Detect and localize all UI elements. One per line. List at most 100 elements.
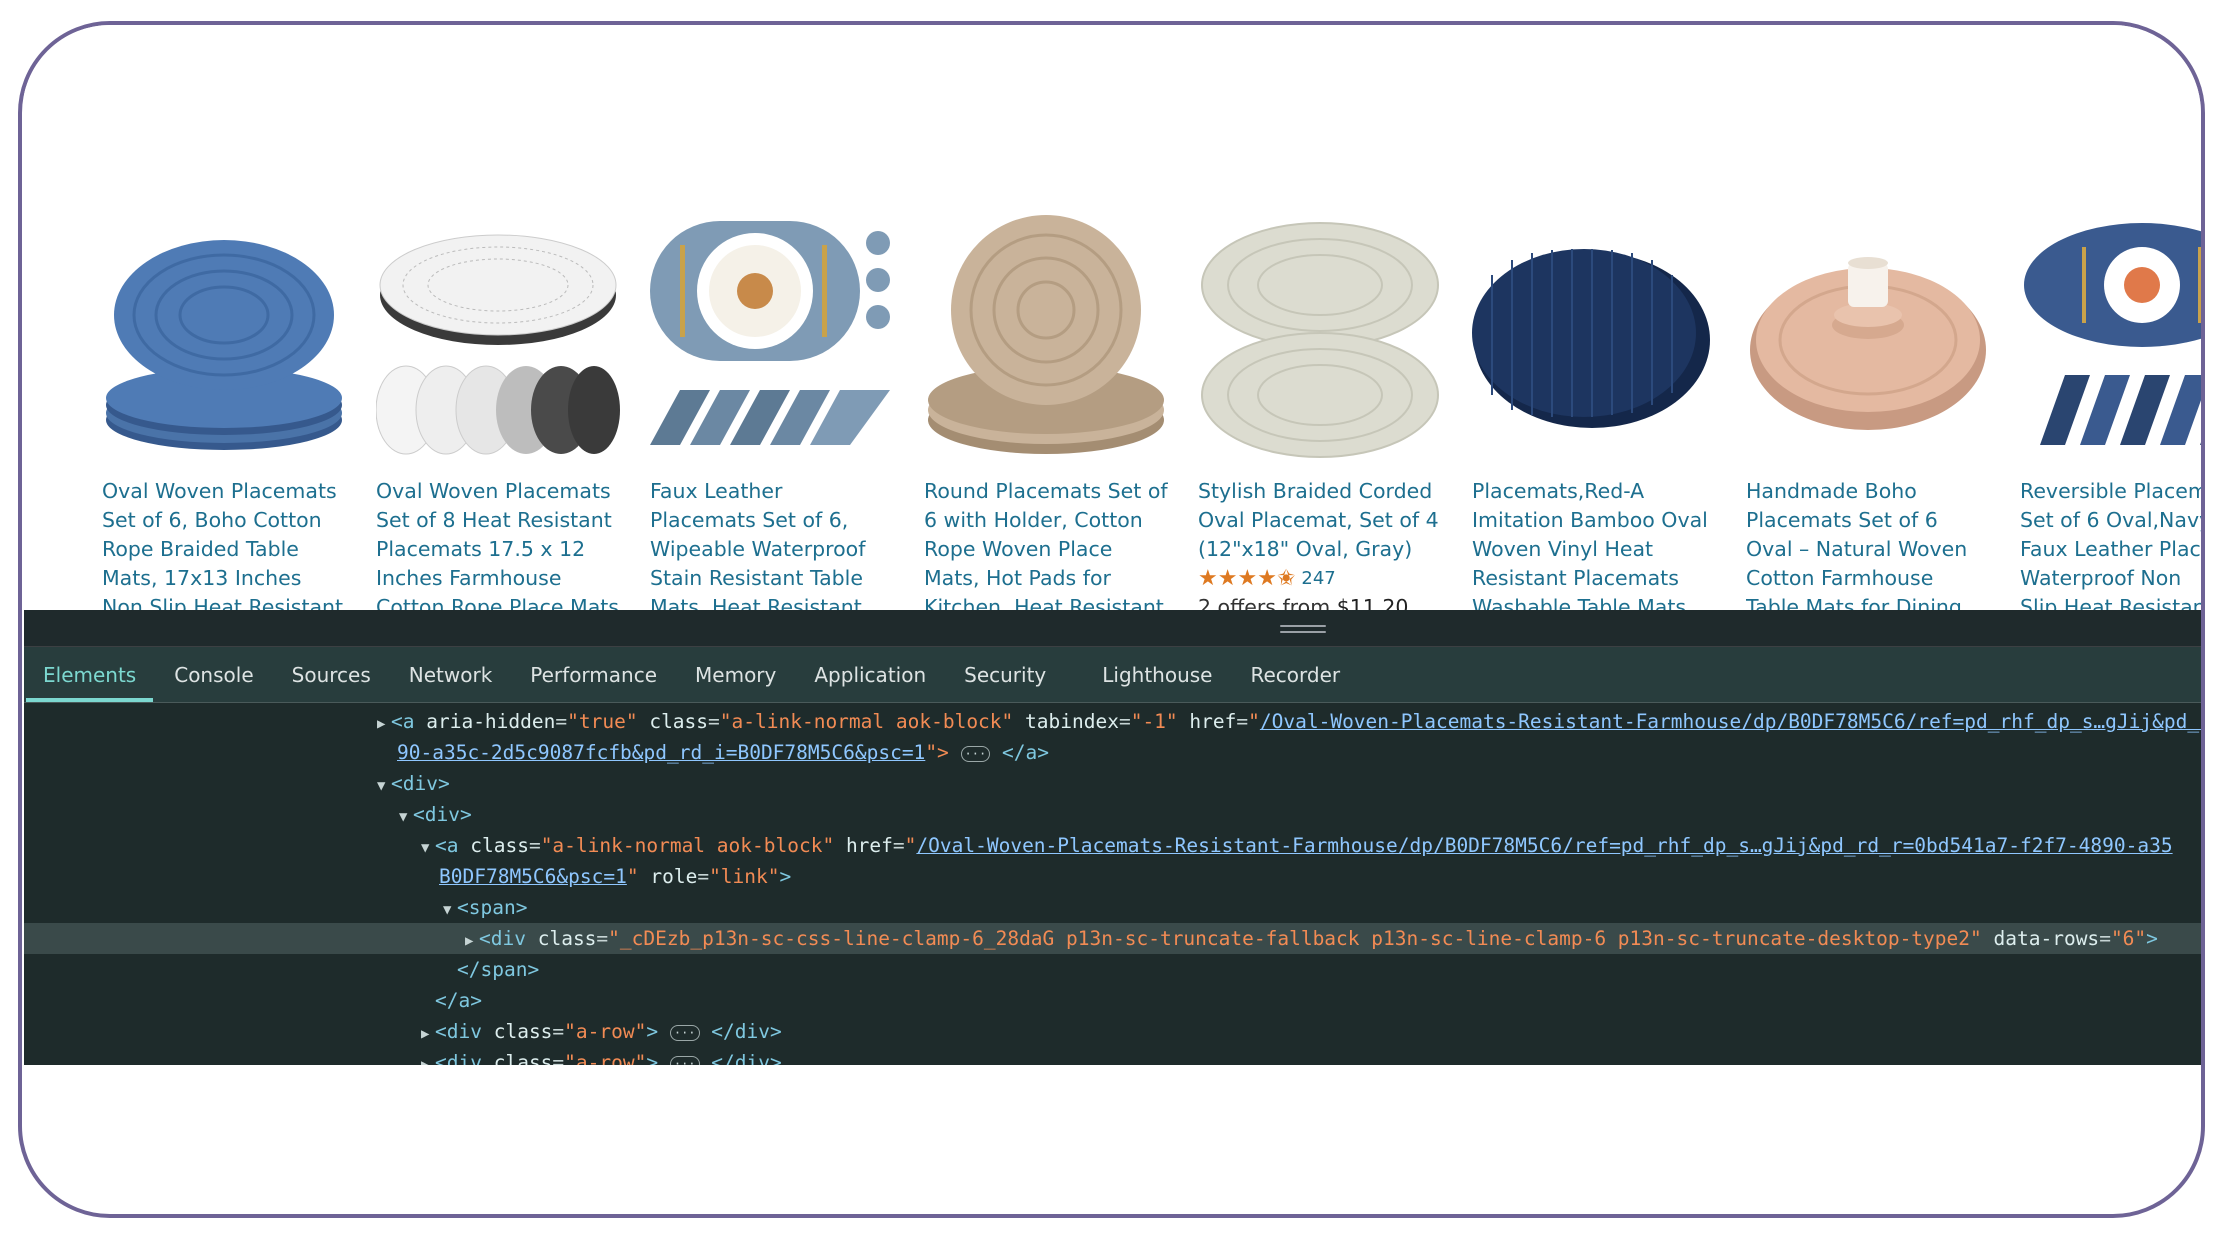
gray-braided-oval-placemats-image[interactable]: [1198, 215, 1442, 465]
product-title-link[interactable]: Placemats,Red-A Imitation Bamboo Oval Wo…: [1472, 477, 1716, 610]
attr-value-tail: ">: [925, 741, 949, 764]
devtools-resize-handle[interactable]: [24, 610, 2201, 647]
tab-sources[interactable]: Sources: [273, 647, 390, 702]
tag-close: </div>: [711, 1051, 782, 1065]
tab-security[interactable]: Security: [945, 647, 1065, 702]
product-title-link[interactable]: Round Placemats Set of 6 with Holder, Co…: [924, 477, 1168, 610]
navy-reversible-placemats-image[interactable]: [2020, 215, 2201, 465]
product-card[interactable]: Oval Woven Placemats Set of 8 Heat Resis…: [376, 215, 620, 610]
drag-grip-icon[interactable]: [1280, 625, 1326, 635]
tag-open: <div: [479, 927, 526, 950]
product-card[interactable]: Faux Leather Placemats Set of 6, Wipeabl…: [650, 215, 894, 610]
tag-open: <div>: [391, 772, 450, 795]
tab-elements[interactable]: Elements: [24, 647, 155, 702]
attr-value: "a-row": [564, 1051, 647, 1065]
ellipsis-icon[interactable]: ···: [960, 745, 991, 762]
product-card[interactable]: Reversible Placemats Set of 6 Oval,Navy …: [2020, 215, 2201, 610]
tag-bracket: >: [646, 1051, 659, 1065]
dom-node-span[interactable]: ▼ <span>: [24, 892, 2201, 926]
browser-screenshot: Oval Woven Placemats Set of 6, Boho Cott…: [24, 25, 2201, 1065]
href-link[interactable]: /Oval-Woven-Placemats-Resistant-Farmhous…: [1260, 710, 2201, 733]
attr-value-quote: ": [904, 834, 917, 857]
tag-open: <div: [435, 1051, 482, 1065]
expand-arrow-icon[interactable]: ▶: [465, 926, 479, 957]
tag-bracket: >: [646, 1020, 659, 1043]
collapse-arrow-icon[interactable]: ▼: [377, 771, 391, 802]
attr-value: "a-row": [564, 1020, 647, 1043]
offers-text[interactable]: 2 offers from $11.20: [1198, 593, 1442, 610]
dom-node-a-hidden[interactable]: ▶ <a aria-hidden="true" class="a-link-nor…: [24, 706, 2201, 740]
tab-console[interactable]: Console: [155, 647, 272, 702]
product-title-link[interactable]: Oval Woven Placemats Set of 6, Boho Cott…: [102, 477, 346, 610]
collapse-arrow-icon[interactable]: ▼: [443, 895, 457, 926]
tag-close: >: [2146, 927, 2158, 950]
dom-node-div[interactable]: ▼ <div>: [24, 768, 2201, 802]
collapse-arrow-icon[interactable]: ▼: [421, 833, 435, 864]
dom-node-a-link[interactable]: ▼ <a class="a-link-normal aok-block" href…: [24, 830, 2201, 864]
attr-value: "a-link-normal aok-block": [719, 710, 1014, 733]
attr-name: data-rows: [1993, 927, 2100, 950]
attr-name: href: [1189, 710, 1237, 733]
round-beige-rope-placemats-image[interactable]: [924, 215, 1168, 465]
devtools-panel: Elements Console Sources Network Perform…: [24, 610, 2201, 1065]
dom-node-div-selected[interactable]: ▶ <div class="_cDEzb_p13n-sc-css-line-cla…: [24, 923, 2201, 957]
attr-name: class: [493, 1051, 553, 1065]
blue-oval-woven-placemats-image[interactable]: [102, 215, 346, 465]
screenshot-frame: Oval Woven Placemats Set of 6, Boho Cott…: [18, 21, 2205, 1218]
tab-application[interactable]: Application: [795, 647, 945, 702]
rating-row[interactable]: ★ ★ ★ ★ ✬ 247: [1198, 564, 1442, 593]
expand-arrow-icon[interactable]: ▶: [421, 1050, 435, 1065]
href-link[interactable]: /Oval-Woven-Placemats-Resistant-Farmhous…: [916, 834, 2172, 857]
tag-open: <span>: [457, 896, 528, 919]
product-card[interactable]: Oval Woven Placemats Set of 6, Boho Cott…: [102, 215, 346, 610]
dom-node-span-close[interactable]: </span>: [24, 954, 2201, 985]
product-title-link[interactable]: Faux Leather Placemats Set of 6, Wipeabl…: [650, 477, 894, 610]
product-title-link[interactable]: Stylish Braided Corded Oval Placemat, Se…: [1198, 477, 1442, 564]
product-card[interactable]: Placemats,Red-A Imitation Bamboo Oval Wo…: [1472, 215, 1716, 610]
tab-recorder[interactable]: Recorder: [1232, 647, 1360, 702]
href-link[interactable]: B0DF78M5C6&psc=1: [439, 865, 627, 888]
href-link[interactable]: 90-a35c-2d5c9087fcfb&pd_rd_i=B0DF78M5C6&…: [397, 741, 925, 764]
blue-leather-placemats-image[interactable]: [650, 215, 894, 465]
tab-network[interactable]: Network: [390, 647, 512, 702]
product-card[interactable]: Stylish Braided Corded Oval Placemat, Se…: [1198, 215, 1442, 610]
pink-boho-placemats-with-cup-image[interactable]: [1746, 215, 1990, 465]
attr-value-quote: ": [1248, 710, 1260, 733]
tab-performance[interactable]: Performance: [511, 647, 676, 702]
white-gray-oval-placemats-image[interactable]: [376, 215, 620, 465]
attr-name: tabindex: [1025, 710, 1119, 733]
product-title-link[interactable]: Handmade Boho Placemats Set of 6 Oval – …: [1746, 477, 1990, 610]
ellipsis-icon[interactable]: ···: [669, 1024, 700, 1041]
tag-close: </div>: [711, 1020, 782, 1043]
tag-close: </a>: [1001, 741, 1049, 764]
product-title-link[interactable]: Oval Woven Placemats Set of 8 Heat Resis…: [376, 477, 620, 610]
tab-lighthouse[interactable]: Lighthouse: [1083, 647, 1231, 702]
dom-node-a-link-cont[interactable]: B0DF78M5C6&psc=1" role="link">: [24, 861, 2201, 892]
product-title-link[interactable]: Reversible Placemats Set of 6 Oval,Navy …: [2020, 477, 2201, 610]
tag-close: </a>: [435, 989, 482, 1012]
dom-node-a-hidden-cont[interactable]: 90-a35c-2d5c9087fcfb&pd_rd_i=B0DF78M5C6&…: [24, 737, 2201, 768]
expand-arrow-icon[interactable]: ▶: [421, 1019, 435, 1050]
star-rating-icon: ★ ★ ★ ★ ✬: [1198, 565, 1296, 591]
product-card[interactable]: Handmade Boho Placemats Set of 6 Oval – …: [1746, 215, 1990, 610]
dom-tree: ▶ <a aria-hidden="true" class="a-link-nor…: [24, 703, 2201, 1065]
tag-open: <div>: [413, 803, 472, 826]
product-card[interactable]: Round Placemats Set of 6 with Holder, Co…: [924, 215, 1168, 610]
dom-node-div-row[interactable]: ▶ <div class="a-row"> ··· </div>: [24, 1047, 2201, 1065]
attr-value-tail: ": [626, 865, 639, 888]
offers-price: $11.20: [1336, 595, 1409, 610]
expand-arrow-icon[interactable]: ▶: [377, 709, 391, 740]
collapse-arrow-icon[interactable]: ▼: [399, 802, 413, 833]
attr-name: href: [845, 834, 893, 857]
attr-name: class: [649, 710, 709, 733]
dom-node-a-close[interactable]: </a>: [24, 985, 2201, 1016]
dom-node-div[interactable]: ▼ <div>: [24, 799, 2201, 833]
ellipsis-icon[interactable]: ···: [669, 1055, 700, 1065]
attr-value: "-1": [1130, 710, 1178, 733]
navy-bamboo-oval-placemats-image[interactable]: [1472, 215, 1716, 465]
tag-open: <a: [435, 834, 459, 857]
tab-memory[interactable]: Memory: [676, 647, 795, 702]
product-carousel: Oval Woven Placemats Set of 6, Boho Cott…: [24, 25, 2201, 610]
dom-node-div-row[interactable]: ▶ <div class="a-row"> ··· </div>: [24, 1016, 2201, 1050]
rating-count[interactable]: 247: [1301, 568, 1335, 589]
